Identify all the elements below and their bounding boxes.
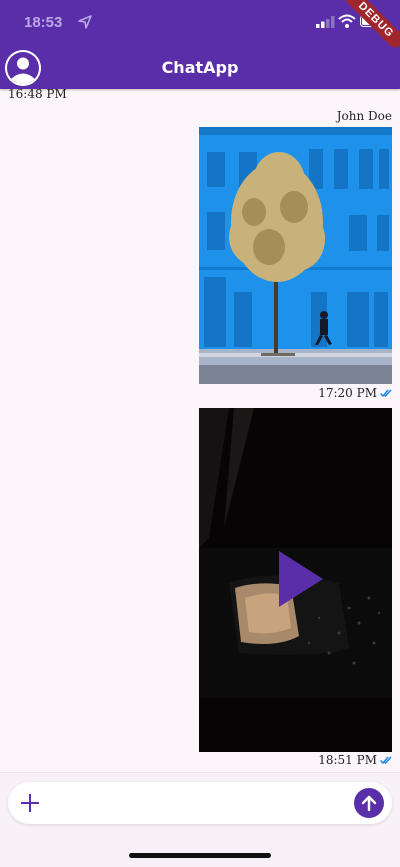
arrow-up-icon [361,795,377,812]
image-message[interactable] [199,127,392,384]
double-check-icon [380,389,392,398]
video-message[interactable] [199,408,392,752]
app-bar: ChatApp [0,47,400,89]
message-meta: 17:20 PM [318,386,392,400]
wifi-icon [338,14,356,28]
message-time: 18:51 PM [318,753,377,767]
send-button[interactable] [354,788,384,818]
double-check-icon [380,756,392,765]
sender-name: John Doe [336,109,392,123]
message-composer [8,782,392,824]
message-input[interactable] [52,788,346,820]
status-time: 18:53 [24,14,63,31]
message-timestamp: 16:48 PM [8,87,67,101]
add-attachment-icon[interactable] [18,791,42,815]
play-icon[interactable] [279,551,323,607]
location-arrow-icon [78,15,92,29]
message-meta: 18:51 PM [318,753,392,767]
home-indicator [129,853,271,858]
message-time: 17:20 PM [318,386,377,400]
app-title: ChatApp [161,58,239,77]
photo-blue-building-tree [199,127,392,384]
signal-icon [316,16,335,28]
status-bar: 18:53 [0,0,400,47]
